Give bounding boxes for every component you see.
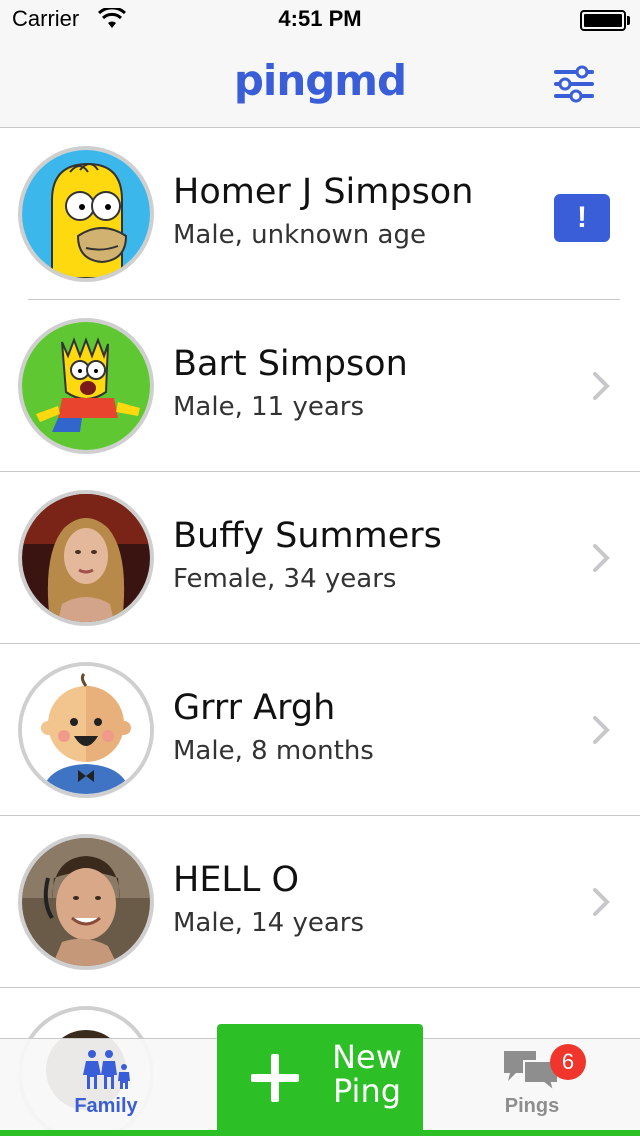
new-ping-label-line1: New (332, 1038, 402, 1076)
homer-avatar (18, 146, 154, 282)
member-detail: Male, 8 months (173, 736, 374, 766)
clock: 4:51 PM (278, 6, 362, 31)
alert-icon[interactable]: ! (554, 194, 610, 242)
family-icon (83, 1050, 130, 1089)
member-detail: Male, 14 years (173, 908, 365, 938)
member-name: Grrr Argh (173, 688, 336, 728)
pings-count-badge: 6 (550, 1044, 586, 1080)
chevron-right-icon (593, 372, 610, 400)
app-logo: pingmd (233, 56, 407, 105)
member-name: Homer J Simpson (173, 172, 474, 212)
battery-icon (580, 10, 626, 31)
family-member-row[interactable]: Grrr Argh Male, 8 months (0, 644, 640, 816)
member-detail: Male, 11 years (173, 392, 365, 422)
tab-family-label: Family (74, 1095, 138, 1117)
battery-tip (627, 16, 630, 25)
family-member-row[interactable]: Buffy Summers Female, 34 years (0, 472, 640, 644)
status-bar: Carrier 4:51 PM (0, 0, 640, 40)
member-name: Bart Simpson (173, 344, 408, 384)
sliders-icon[interactable] (552, 64, 596, 104)
teen-photo (18, 834, 154, 970)
new-ping-label-line2: Ping (332, 1072, 402, 1110)
chevron-right-icon (593, 716, 610, 744)
family-list: Homer J Simpson Male, unknown age ! Bart… (0, 128, 640, 1136)
member-name: HELL O (173, 860, 300, 900)
chevron-right-icon (593, 544, 610, 572)
buffy-photo (18, 490, 154, 626)
navigation-bar: pingmd (0, 40, 640, 128)
new-ping-button[interactable]: New Ping (217, 1024, 423, 1136)
tab-pings-label: Pings (504, 1095, 560, 1117)
chevron-right-icon (593, 888, 610, 916)
member-detail: Female, 34 years (173, 564, 397, 594)
member-name: Buffy Summers (173, 516, 442, 556)
family-member-row[interactable]: Bart Simpson Male, 11 years (0, 300, 640, 472)
member-detail: Male, unknown age (173, 220, 426, 250)
new-ping-label: New Ping (317, 1040, 417, 1108)
tab-pings[interactable]: 6 Pings (472, 1039, 592, 1136)
tab-family[interactable]: Family (40, 1039, 172, 1136)
baby-avatar (18, 662, 154, 798)
bart-avatar (18, 318, 154, 454)
plus-icon (251, 1054, 299, 1102)
family-member-row[interactable]: Homer J Simpson Male, unknown age ! (0, 128, 640, 300)
family-member-row[interactable]: HELL O Male, 14 years (0, 816, 640, 988)
